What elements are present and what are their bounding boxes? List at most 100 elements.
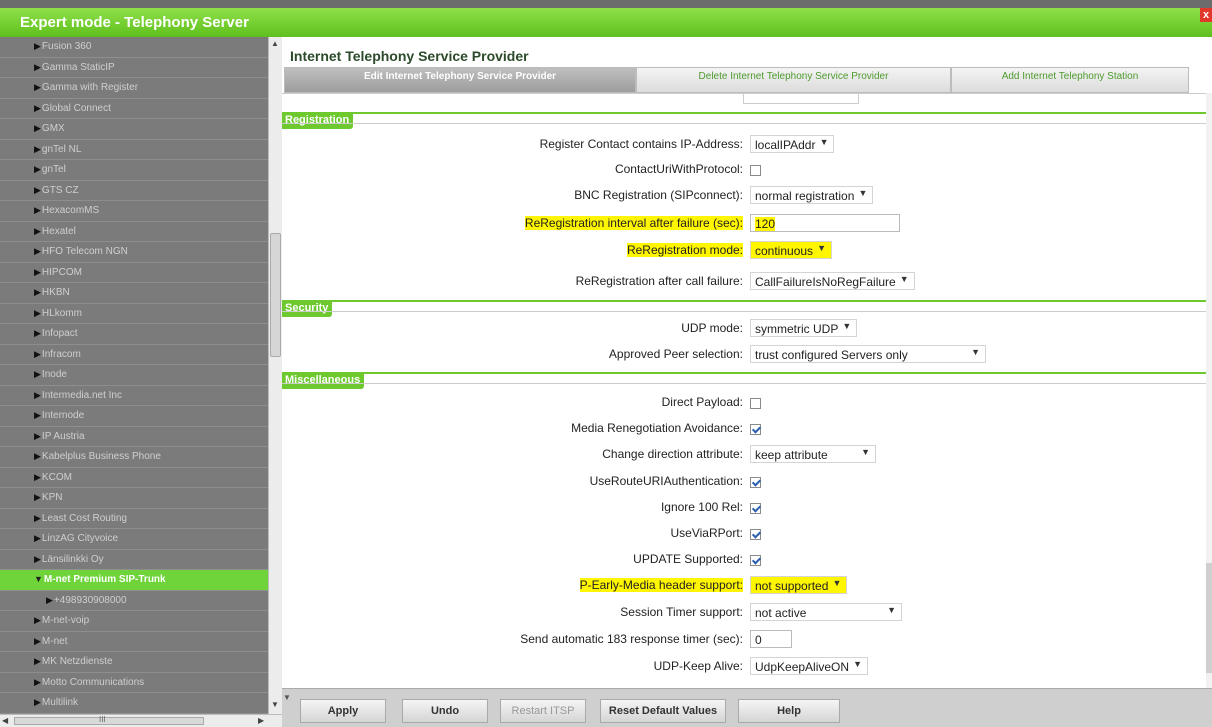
session-timer-select[interactable]: not active ▼ — [750, 603, 902, 621]
apply-button[interactable]: Apply — [300, 699, 386, 723]
sidebar-item[interactable]: ▶KPN — [0, 488, 268, 509]
field-label: Change direction attribute: — [602, 447, 743, 461]
sidebar-item-label: Motto Communications — [41, 676, 145, 688]
divider — [282, 123, 1206, 124]
sidebar-item[interactable]: ▶Least Cost Routing — [0, 509, 268, 529]
update-supported-checkbox[interactable] — [750, 554, 761, 566]
sidebar-item[interactable]: ▶Gamma with Register — [0, 78, 268, 99]
sidebar-item[interactable]: ▶Global Connect — [0, 99, 268, 119]
sidebar-item-label: Gamma with Register — [41, 82, 139, 93]
undo-button[interactable]: Undo — [402, 699, 488, 723]
tab-add-station[interactable]: Add Internet Telephony Station — [951, 67, 1189, 93]
sidebar-item[interactable]: ▶M-net — [0, 632, 268, 652]
scroll-left-icon[interactable]: ◀ — [2, 716, 8, 725]
close-button[interactable]: x — [1200, 8, 1212, 22]
tab-delete-itsp[interactable]: Delete Internet Telephony Service Provid… — [636, 67, 951, 93]
sidebar-item[interactable]: ▶GTS CZ — [0, 181, 268, 201]
ignore-100rel-checkbox[interactable] — [750, 502, 761, 514]
page-title: Internet Telephony Service Provider — [290, 48, 529, 64]
use-route-uri-checkbox[interactable] — [750, 476, 761, 488]
sidebar-hscrollbar[interactable]: ◀ III ▶ — [0, 714, 282, 727]
use-via-rport-checkbox[interactable] — [750, 528, 761, 540]
sidebar-item[interactable]: ▶HKBN — [0, 283, 268, 304]
row-bnc-registration: BNC Registration (SIPconnect): normal re… — [282, 186, 1206, 204]
row-udp-keepalive: UDP-Keep Alive: UdpKeepAliveON ▼ — [282, 657, 1206, 675]
form-scroll-thumb[interactable] — [1206, 563, 1212, 673]
udp-keepalive-select[interactable]: UdpKeepAliveON ▼ — [750, 657, 869, 675]
field-label: P-Early-Media header support: — [579, 578, 743, 592]
sidebar-item[interactable]: ▶HLkomm — [0, 304, 268, 324]
sidebar-item[interactable]: ▶Fusion 360 — [0, 37, 268, 58]
sidebar-item[interactable]: ▶Kabelplus Business Phone — [0, 447, 268, 468]
send-183-input[interactable]: 0 — [750, 630, 792, 648]
direct-payload-checkbox[interactable] — [750, 397, 761, 409]
sidebar-item[interactable]: ▶Länsilinkki Oy — [0, 550, 268, 570]
form-scrollbar[interactable] — [1206, 93, 1212, 688]
section-title: Miscellaneous — [282, 372, 365, 389]
tab-edit-itsp[interactable]: Edit Internet Telephony Service Provider — [284, 67, 636, 93]
restart-itsp-button[interactable]: Restart ITSP — [500, 699, 586, 723]
row-update-supported: UPDATE Supported: — [282, 550, 1206, 568]
select-value: trust configured Servers only — [755, 348, 908, 362]
select-value: CallFailureIsNoRegFailure — [755, 275, 896, 289]
change-direction-select[interactable]: keep attribute ▼ — [750, 445, 876, 463]
window-title: Expert mode - Telephony Server — [0, 8, 1212, 37]
sidebar-item[interactable]: ▶Infopact — [0, 324, 268, 345]
sidebar-scrollbar[interactable]: ▲ ▼ — [268, 37, 282, 714]
sidebar-item-label: Inode — [41, 369, 67, 380]
scroll-down-icon[interactable]: ▼ — [271, 700, 279, 709]
sidebar-item-label: Länsilinkki Oy — [41, 553, 104, 565]
rereg-interval-input[interactable]: 120 — [750, 214, 900, 232]
sidebar-item[interactable]: ▶Multilink — [0, 693, 268, 714]
chevron-down-icon: ▼ — [819, 137, 829, 147]
register-contact-select[interactable]: localIPAddr ▼ — [750, 135, 835, 153]
help-button[interactable]: Help — [738, 699, 840, 723]
sidebar-hscroll-thumb[interactable]: III — [14, 715, 204, 725]
row-media-reneg: Media Renegotiation Avoidance: — [282, 419, 1206, 437]
rereg-after-call-select[interactable]: CallFailureIsNoRegFailure ▼ — [750, 272, 915, 290]
field-label: UPDATE Supported: — [633, 552, 743, 566]
approved-peer-select[interactable]: trust configured Servers only ▼ — [750, 345, 986, 363]
row-contact-uri: ContactUriWithProtocol: — [282, 160, 1206, 178]
sidebar-item[interactable]: ▼M-net Premium SIP-Trunk — [0, 570, 268, 591]
triangle-right-icon: ▶ — [34, 287, 41, 297]
sidebar-item[interactable]: ▶IP Austria — [0, 427, 268, 447]
triangle-right-icon: ▶ — [34, 451, 41, 461]
sidebar-item[interactable]: ▶MK Netzdienste — [0, 652, 268, 673]
udp-mode-select[interactable]: symmetric UDP ▼ — [750, 319, 858, 337]
field-label: Direct Payload: — [661, 395, 743, 409]
sidebar-scroll-thumb[interactable] — [270, 233, 281, 357]
reset-defaults-button[interactable]: Reset Default Values — [600, 699, 726, 723]
sidebar-item-label: Kabelplus Business Phone — [41, 451, 161, 462]
sidebar-item[interactable]: ▶Gamma StaticIP — [0, 58, 268, 78]
row-rereg-mode: ReRegistration mode: continuous ▼ — [282, 241, 1206, 259]
scroll-right-icon[interactable]: ▶ — [258, 716, 264, 725]
sidebar-item-label: Hexatel — [41, 225, 76, 237]
sidebar-item[interactable]: ▶KCOM — [0, 468, 268, 488]
sidebar-item[interactable]: ▶HFO Telecom NGN — [0, 242, 268, 263]
sidebar-item[interactable]: ▶Internode — [0, 406, 268, 427]
sidebar-item[interactable]: ▶gnTel — [0, 160, 268, 181]
sidebar-item[interactable]: ▶Hexatel — [0, 222, 268, 242]
sidebar-item[interactable]: ▶HIPCOM — [0, 263, 268, 283]
sidebar-item[interactable]: ▶Motto Communications — [0, 673, 268, 693]
triangle-right-icon: ▶ — [34, 512, 41, 523]
sidebar-item[interactable]: ▶HexacomMS — [0, 201, 268, 222]
bnc-registration-select[interactable]: normal registration ▼ — [750, 186, 874, 204]
sidebar-item[interactable]: ▶M-net-voip — [0, 611, 268, 632]
sidebar-item[interactable]: ▶+498930908000 — [0, 591, 268, 611]
sidebar-item[interactable]: ▶Infracom — [0, 345, 268, 365]
sidebar-item[interactable]: ▶gnTel NL — [0, 140, 268, 160]
sidebar-item[interactable]: ▶Intermedia.net Inc — [0, 386, 268, 406]
sidebar-item[interactable]: ▶LinzAG Cityvoice — [0, 529, 268, 550]
sidebar-item[interactable]: ▶Inode — [0, 365, 268, 386]
scroll-up-icon[interactable]: ▲ — [271, 39, 279, 48]
triangle-right-icon: ▶ — [34, 184, 41, 195]
contact-uri-checkbox[interactable] — [750, 164, 761, 176]
p-early-media-select[interactable]: not supported ▼ — [750, 576, 848, 594]
triangle-right-icon: ▶ — [34, 102, 41, 113]
rereg-mode-select[interactable]: continuous ▼ — [750, 241, 833, 259]
media-reneg-checkbox[interactable] — [750, 423, 761, 435]
sidebar-item[interactable]: ▶GMX — [0, 119, 268, 140]
section-title: Security — [282, 300, 333, 317]
